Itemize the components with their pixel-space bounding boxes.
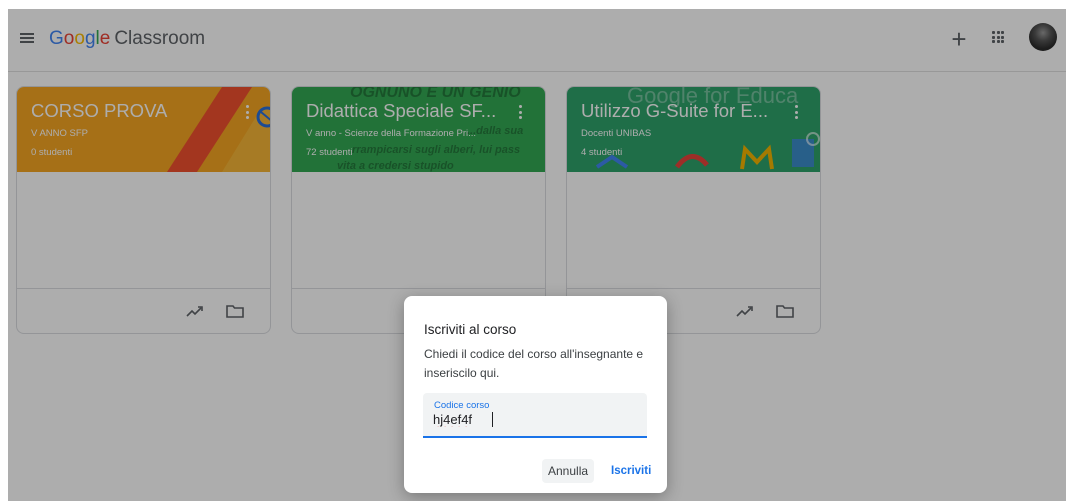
text-cursor	[492, 412, 493, 427]
classroom-window: Google Classroom + CORSO PROVA V ANNO SFP…	[8, 9, 1066, 501]
dialog-title: Iscriviti al corso	[424, 322, 517, 337]
cancel-button[interactable]: Annulla	[542, 459, 595, 483]
join-class-dialog: Iscriviti al corso Chiedi il codice del …	[404, 296, 667, 493]
class-code-field[interactable]: Codice corso	[423, 393, 647, 438]
dialog-description: Chiedi il codice del corso all'insegnant…	[424, 347, 644, 380]
join-button[interactable]: Iscriviti	[605, 459, 657, 483]
class-code-label: Codice corso	[434, 400, 490, 411]
class-code-input[interactable]	[433, 412, 633, 427]
